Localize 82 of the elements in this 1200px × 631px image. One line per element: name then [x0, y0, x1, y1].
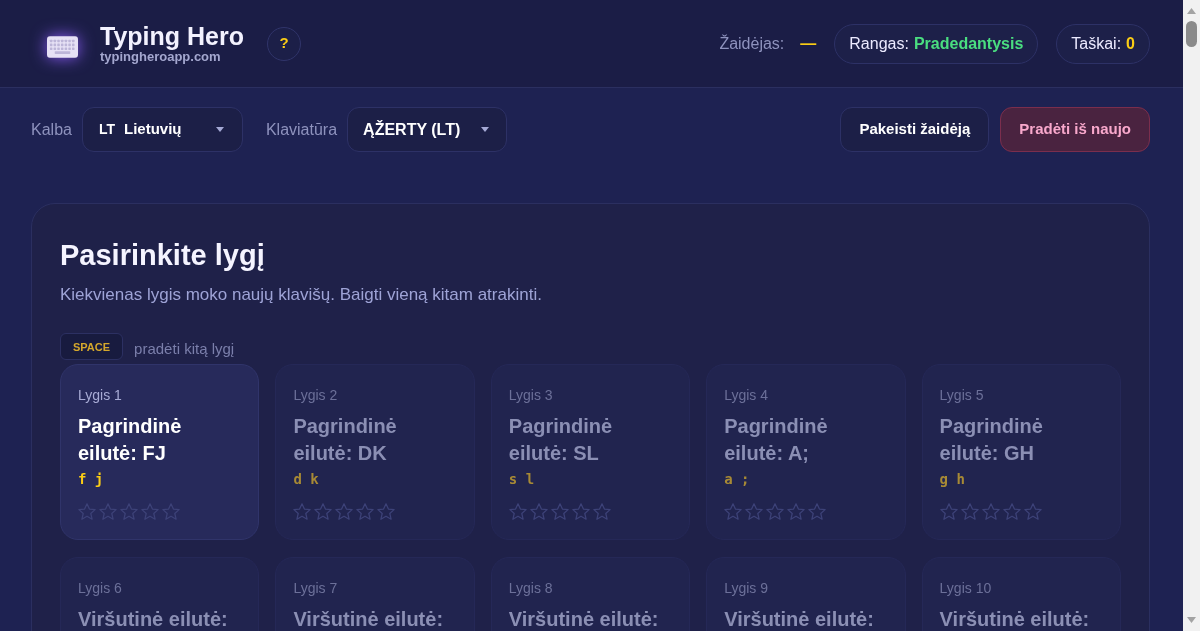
app-subtitle: typingheroapp.com: [100, 49, 222, 64]
level-number: Lygis 2: [293, 385, 338, 404]
star-icon: [314, 502, 333, 520]
level-title: Pagrindinė eilutė: DK: [293, 413, 398, 466]
level-title: Pagrindinė eilutė: SL: [508, 413, 614, 466]
level-keys: a ;: [724, 468, 750, 489]
star-icon: [141, 502, 159, 520]
score-value: 0: [1126, 33, 1135, 54]
level-number: Lygis 5: [939, 385, 984, 404]
star-icon: [808, 502, 827, 520]
level-keys: f j: [78, 468, 104, 489]
level-number: Lygis 9: [724, 578, 769, 597]
star-icon: [592, 502, 611, 520]
shortcut-hint: pradėti kitą lygį: [134, 339, 235, 359]
caret-icon: [215, 127, 224, 132]
level-title: Viršutinė eilutė:: [508, 606, 659, 631]
level-number: Lygis 8: [508, 578, 553, 597]
star-icon: [99, 502, 117, 520]
star-icon: [335, 502, 354, 520]
level-title: Pagrindinė eilutė: GH: [939, 413, 1044, 466]
rank-label: Rangas:: [849, 33, 909, 54]
star-icon: [78, 502, 96, 520]
level-card[interactable]: Lygis 4 Pagrindinė eilutė: A; a ;: [706, 363, 906, 540]
level-number: Lygis 7: [293, 578, 338, 597]
star-icon: [120, 502, 138, 520]
level-title: Viršutinė eilutė:: [724, 606, 874, 631]
level-card[interactable]: Lygis 1 Pagrindinė eilutė: FJ f j: [60, 363, 260, 540]
rank-value: Pradedantysis: [913, 33, 1024, 54]
level-keys: s l: [508, 468, 535, 489]
panel-description: Kiekvienas lygis moko naujų klavišų. Baigti vieną kitam atrakinti.: [60, 284, 543, 306]
level-card[interactable]: Lygis 5 Pagrindinė eilutė: GH g h: [921, 363, 1121, 540]
star-icon: [377, 502, 396, 520]
player-label: Žaidėjas:: [719, 33, 785, 54]
level-number: Lygis 3: [508, 385, 553, 404]
star-icon: [766, 502, 785, 520]
keyboard-label: Klaviatūra: [265, 119, 338, 140]
player-name: —: [800, 33, 817, 54]
caret-icon: [481, 127, 490, 132]
keyboard-icon: [47, 35, 78, 58]
level-title: Pagrindinė eilutė: A;: [724, 413, 829, 466]
panel-title: Pasirinkite lygį: [60, 238, 266, 273]
star-icon: [787, 502, 806, 520]
language-select[interactable]: LT Lietuvių: [81, 107, 243, 152]
level-number: Lygis 10: [939, 578, 992, 597]
help-button[interactable]: ?: [267, 26, 301, 61]
star-icon: [529, 502, 548, 520]
star-icon: [1023, 502, 1042, 520]
level-keys: g h: [939, 468, 965, 489]
restart-button[interactable]: Pradėti iš naujo: [1000, 107, 1150, 152]
star-icon: [1002, 502, 1021, 520]
star-icon: [162, 502, 180, 520]
star-icon: [960, 502, 979, 520]
level-title: Viršutinė eilutė:: [939, 606, 1090, 631]
score-label: Taškai:: [1071, 33, 1122, 54]
space-key: SPACE: [60, 333, 124, 361]
change-player-button[interactable]: Pakeisti žaidėją: [840, 107, 990, 152]
level-card[interactable]: Lygis 9 Viršutinė eilutė:: [706, 556, 906, 631]
keyboard-select[interactable]: ĄŽERTY (LT): [347, 107, 508, 152]
level-card[interactable]: Lygis 3 Pagrindinė eilutė: SL s l: [490, 363, 691, 540]
language-label: Kalba: [31, 119, 72, 140]
star-icon: [508, 502, 527, 520]
level-card[interactable]: Lygis 7 Viršutinė eilutė:: [275, 556, 475, 631]
level-title: Viršutinė eilutė:: [78, 606, 228, 631]
level-card[interactable]: Lygis 8 Viršutinė eilutė:: [490, 556, 691, 631]
level-card[interactable]: Lygis 10 Viršutinė eilutė:: [921, 556, 1121, 631]
star-icon: [724, 502, 743, 520]
level-title: Viršutinė eilutė:: [293, 606, 444, 631]
level-card[interactable]: Lygis 6 Viršutinė eilutė:: [60, 556, 260, 631]
level-number: Lygis 4: [724, 385, 769, 404]
star-icon: [939, 502, 958, 520]
level-number: Lygis 6: [78, 578, 122, 597]
app-title: Typing Hero: [100, 23, 244, 49]
level-keys: d k: [293, 468, 319, 489]
star-icon: [745, 502, 764, 520]
star-icon: [571, 502, 590, 520]
level-title: Pagrindinė eilutė: FJ: [78, 413, 183, 466]
level-card[interactable]: Lygis 2 Pagrindinė eilutė: DK d k: [275, 363, 475, 540]
star-icon: [293, 502, 312, 520]
star-icon: [981, 502, 1000, 520]
level-number: Lygis 1: [78, 385, 122, 404]
star-icon: [356, 502, 375, 520]
star-icon: [550, 502, 569, 520]
